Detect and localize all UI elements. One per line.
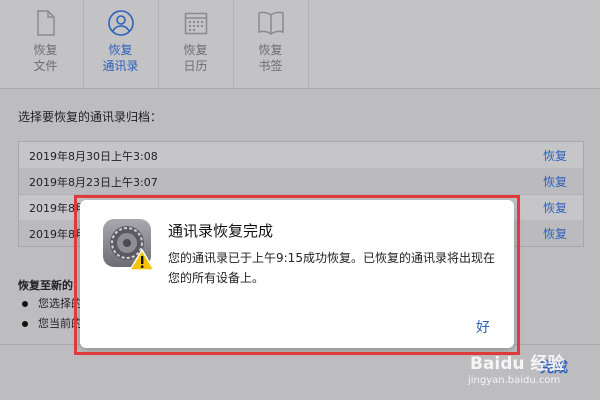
- tab-label-line2: 书签: [258, 59, 283, 73]
- archive-date: 2019年8月30日上午3:08: [29, 150, 158, 163]
- restore-info-bullet: 您当前的: [22, 315, 82, 331]
- watermark-url: jingyan.baidu.com: [468, 375, 561, 386]
- red-highlight-box: [74, 195, 520, 355]
- contact-icon: [107, 8, 135, 38]
- tab-restore-contacts[interactable]: 恢复 通讯录: [83, 0, 159, 88]
- bullet-dot: [22, 321, 28, 327]
- tab-label-line1: 恢复: [33, 43, 58, 57]
- file-icon: [32, 8, 60, 38]
- tab-label-line1: 恢复: [258, 43, 283, 57]
- tab-label-line2: 日历: [183, 59, 208, 73]
- archive-row[interactable]: 2019年8月23日上午3:07 恢复: [19, 168, 583, 195]
- archive-date: 2019年8月23日上午3:07: [29, 176, 158, 189]
- archive-section-title: 选择要恢复的通讯录归档：: [18, 110, 163, 124]
- restore-toolbar: 恢复 文件 恢复 通讯录 恢复 日历 恢复 书签: [0, 0, 600, 89]
- bookmark-icon: [257, 8, 285, 38]
- restore-info-bullet: 您选择的: [22, 295, 82, 311]
- tab-label-line1: 恢复: [183, 43, 208, 57]
- tab-restore-bookmarks[interactable]: 恢复 书签: [233, 0, 309, 88]
- archive-row[interactable]: 2019年8月30日上午3:08 恢复: [19, 142, 583, 169]
- bullet-dot: [22, 301, 28, 307]
- watermark-brand: Baidu 经验: [470, 354, 565, 374]
- watermark: Baidu 经验 jingyan.baidu.com: [468, 347, 596, 397]
- restore-link[interactable]: 恢复: [543, 147, 567, 164]
- tab-label-line1: 恢复: [108, 43, 133, 57]
- tab-label-line2: 文件: [33, 59, 58, 73]
- restore-link[interactable]: 恢复: [543, 199, 567, 216]
- calendar-icon: [182, 8, 210, 38]
- tab-restore-calendar[interactable]: 恢复 日历: [158, 0, 234, 88]
- tab-restore-files[interactable]: 恢复 文件: [8, 0, 84, 88]
- restore-link[interactable]: 恢复: [543, 173, 567, 190]
- restore-info-title: 恢复至新的: [18, 279, 73, 292]
- restore-link[interactable]: 恢复: [543, 225, 567, 242]
- tab-label-line2: 通讯录: [102, 59, 139, 73]
